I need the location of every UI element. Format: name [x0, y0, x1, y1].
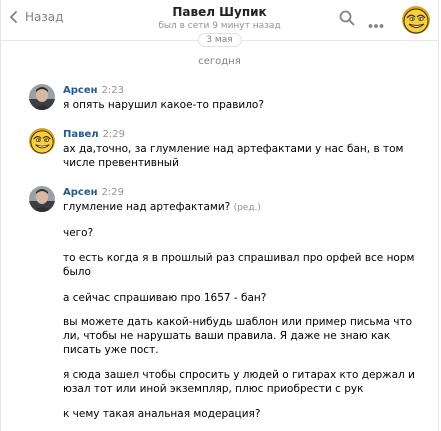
message-text: я сюда зашел чтобы спросить у людей о ги…: [63, 368, 426, 396]
avatar[interactable]: [29, 128, 55, 154]
message-text: к чему такая анальная модерация?: [63, 407, 426, 421]
message-line: ах да,точно, за глумление над артефактам…: [63, 143, 404, 155]
troll-face-avatar: [29, 128, 55, 154]
message-line: юзал тот или иной экземпляр, плюс приобр…: [63, 383, 364, 395]
message-author[interactable]: Павел: [63, 129, 99, 140]
message-line: было: [63, 266, 91, 278]
floating-date-pill: 3 мая: [197, 33, 242, 47]
message-line: то есть когда я в прошлый раз спрашивал …: [63, 252, 415, 264]
message-line: ли, чтобы не нарушать ваши правила. Я да…: [63, 330, 391, 342]
more-button[interactable]: [368, 14, 384, 33]
message-line: глумление над артефактами?: [63, 201, 231, 213]
troll-face-avatar: [402, 6, 430, 34]
message-group: Арсен 2:29 глумление над артефактами? (ре…: [29, 186, 426, 215]
message-text: то есть когда я в прошлый раз спрашивал …: [63, 251, 426, 279]
chat-avatar[interactable]: [402, 6, 430, 34]
edited-label[interactable]: (ред.): [234, 203, 261, 213]
message-time: 2:29: [101, 187, 124, 198]
message-time: 2:23: [101, 85, 124, 96]
message-text: глумление над артефактами? (ред.): [63, 200, 426, 215]
message-text: я опять нарушил какое-то правило?: [63, 98, 426, 112]
message-line: я опять нарушил какое-то правило?: [63, 99, 264, 111]
message-text: чего?: [63, 226, 426, 240]
avatar[interactable]: [29, 84, 55, 110]
message-group: Павел 2:29 ах да,точно, за глумление над …: [29, 128, 426, 170]
message-line: я сюда зашел чтобы спросить у людей о ги…: [63, 369, 415, 381]
message-text: а сейчас спрашиваю про 1657 - бан?: [63, 291, 426, 305]
message-line: чего?: [63, 227, 94, 239]
search-button[interactable]: [339, 10, 355, 30]
chat-window: Назад Павел Шупик был в сети 9 минут наз…: [0, 0, 439, 431]
message-line: вы можете дать какой-нибудь шаблон или п…: [63, 316, 413, 328]
more-icon: [368, 24, 384, 28]
message-author[interactable]: Арсен: [63, 85, 98, 96]
message-time: 2:29: [102, 129, 126, 140]
message-text: ах да,точно, за глумление над артефактам…: [63, 142, 426, 170]
message-author[interactable]: Арсен: [63, 187, 98, 198]
message-text: вы можете дать какой-нибудь шаблон или п…: [63, 315, 426, 357]
user-photo-avatar: [29, 186, 55, 212]
search-icon: [339, 10, 355, 26]
message-line: писать уже пост.: [63, 344, 159, 356]
user-photo-avatar: [29, 84, 55, 110]
date-separator: сегодня: [198, 56, 241, 67]
message-line: к чему такая анальная модерация?: [63, 408, 261, 420]
message-line: а сейчас спрашиваю про 1657 - бан?: [63, 292, 267, 304]
message-line: числе превентивный: [63, 157, 179, 169]
avatar[interactable]: [29, 186, 55, 212]
message-group: Арсен 2:23 я опять нарушил какое-то прави…: [29, 84, 426, 112]
